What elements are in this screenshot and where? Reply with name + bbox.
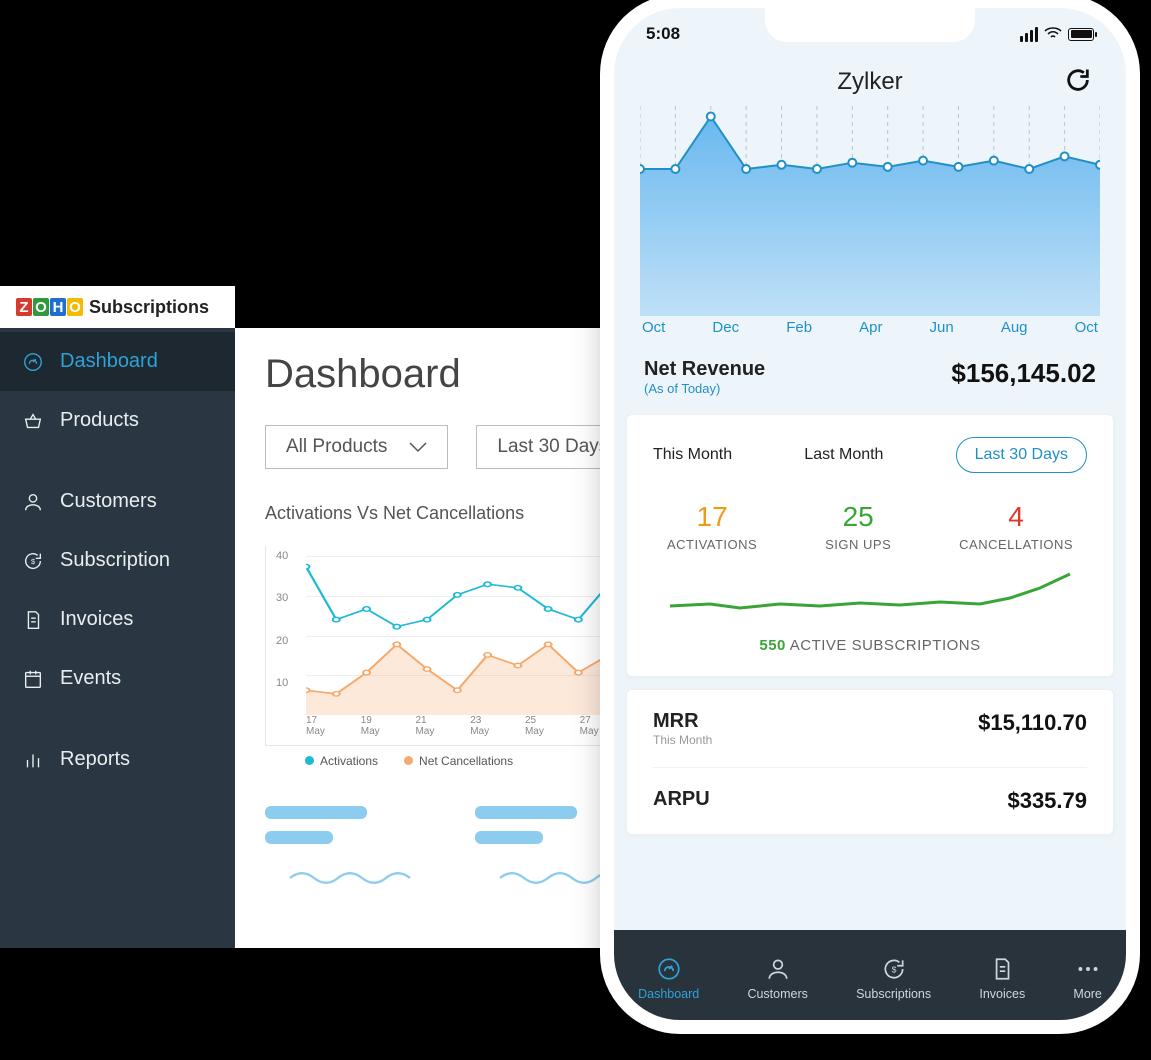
tab-label: Dashboard [638,987,699,1001]
wifi-icon [1044,27,1062,41]
chevron-down-icon [409,442,427,453]
brand-suffix: Subscriptions [89,297,209,318]
invoice-icon [989,956,1015,982]
status-time: 5:08 [646,24,680,44]
metric-mrr: MRR This Month $15,110.70 [653,690,1087,768]
net-revenue-value: $156,145.02 [951,358,1096,389]
kpi-label: SIGN UPS [825,537,891,552]
y-tick: 40 [276,550,288,562]
kpi-cancellations: 4 CANCELLATIONS [959,501,1073,552]
tab-subscriptions[interactable]: $ Subscriptions [856,956,931,1001]
invoice-icon [22,609,44,631]
metrics-card: MRR This Month $15,110.70 ARPU $335.79 [626,689,1114,835]
svg-text:$: $ [31,556,35,565]
gauge-icon [656,956,682,982]
metric-label: MRR [653,710,712,733]
gauge-icon [22,351,44,373]
kpi-label: ACTIVATIONS [667,537,757,552]
sidebar-label: Invoices [60,608,133,631]
zoho-logo-icon: ZOHO [16,298,83,316]
legend-activations: Activations [320,754,378,768]
kpi-card: This Month Last Month Last 30 Days 17 AC… [626,414,1114,677]
range-dropdown-label: Last 30 Days [497,436,608,458]
tab-label: More [1073,987,1101,1001]
active-subscriptions: 550 ACTIVE SUBSCRIPTIONS [627,637,1113,676]
sidebar-label: Reports [60,748,130,771]
brand-bar: ZOHO Subscriptions [0,286,235,328]
app-header: Zylker [614,44,1126,106]
refresh-button[interactable] [1064,66,1092,94]
kpi-value: 25 [825,501,891,533]
kpi-signups: 25 SIGN UPS [825,501,891,552]
subscription-cycle-icon: $ [22,550,44,572]
tab-label: Invoices [979,987,1025,1001]
revenue-area-chart: OctDecFebAprJunAugOct [614,106,1126,346]
metric-arpu: ARPU $335.79 [653,768,1087,834]
sidebar-item-customers[interactable]: Customers [0,472,235,531]
segment-last-month[interactable]: Last Month [804,446,883,464]
kpi-label: CANCELLATIONS [959,537,1073,552]
battery-icon [1068,28,1094,41]
tab-customers[interactable]: Customers [747,956,807,1001]
phone-frame: 5:08 Zylker OctDecFebAprJunAugOct Net Re… [614,8,1126,1020]
net-revenue-label: Net Revenue [644,358,765,381]
sidebar-label: Events [60,667,121,690]
metric-value: $335.79 [1007,788,1087,814]
person-icon [765,956,791,982]
segment-last-30-days[interactable]: Last 30 Days [956,437,1087,473]
range-dropdown[interactable]: Last 30 Days [476,425,629,469]
subs-label: ACTIVE SUBSCRIPTIONS [786,637,981,654]
sidebar-label: Products [60,409,139,432]
product-dropdown-label: All Products [286,436,387,458]
sidebar-label: Customers [60,490,157,513]
sidebar-item-reports[interactable]: Reports [0,730,235,789]
y-tick: 20 [276,635,288,647]
metric-label: ARPU [653,788,710,811]
sidebar-label: Subscription [60,549,170,572]
y-tick: 30 [276,592,288,604]
subscriptions-sparkline [627,560,1113,637]
kpi-value: 17 [667,501,757,533]
person-icon [22,491,44,513]
area-chart-svg [640,106,1100,316]
sidebar: Dashboard Products Customers $ Subscript… [0,328,235,948]
tab-label: Customers [747,987,807,1001]
sidebar-label: Dashboard [60,350,158,373]
tab-invoices[interactable]: Invoices [979,956,1025,1001]
company-name: Zylker [837,68,902,96]
basket-icon [22,410,44,432]
segment-this-month[interactable]: This Month [653,446,732,464]
product-dropdown[interactable]: All Products [265,425,448,469]
sidebar-item-subscription[interactable]: $ Subscription [0,531,235,590]
bar-chart-icon [22,749,44,771]
metric-sub: This Month [653,733,712,747]
svg-text:$: $ [891,964,896,974]
subs-count: 550 [759,637,786,654]
calendar-icon [22,668,44,690]
sidebar-item-invoices[interactable]: Invoices [0,590,235,649]
y-tick: 10 [276,677,288,689]
net-revenue-sub: (As of Today) [644,381,765,396]
signal-icon [1020,27,1038,42]
sidebar-item-dashboard[interactable]: Dashboard [0,332,235,391]
metric-value: $15,110.70 [978,710,1087,736]
tab-label: Subscriptions [856,987,931,1001]
phone-tabbar: Dashboard Customers $ Subscriptions Invo… [614,930,1126,1020]
kpi-activations: 17 ACTIVATIONS [667,501,757,552]
refresh-icon [1064,66,1092,94]
area-x-labels: OctDecFebAprJunAugOct [640,319,1100,336]
tab-dashboard[interactable]: Dashboard [638,956,699,1001]
subscription-cycle-icon: $ [881,956,907,982]
tab-more[interactable]: More [1073,956,1101,1001]
net-revenue-row: Net Revenue (As of Today) $156,145.02 [614,346,1126,414]
phone-notch [765,8,975,42]
sidebar-item-products[interactable]: Products [0,391,235,450]
kpi-value: 4 [959,501,1073,533]
legend-cancellations: Net Cancellations [419,754,513,768]
more-icon [1075,956,1101,982]
sidebar-item-events[interactable]: Events [0,649,235,708]
